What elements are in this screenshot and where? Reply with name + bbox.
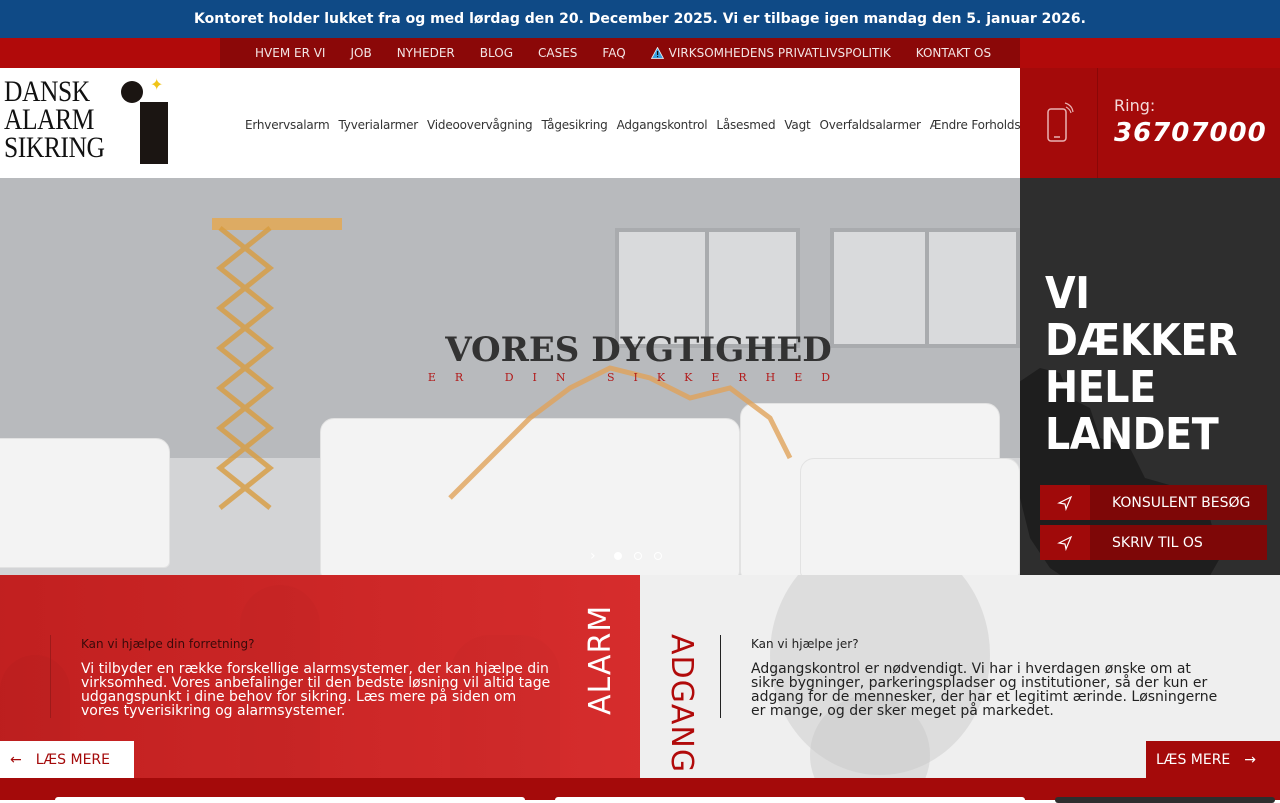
top-nav-kontakt-os[interactable]: KONTAKT OS: [916, 46, 991, 60]
phone-icon-box: [1020, 68, 1098, 178]
alarm-body: Vi tilbyder en række forskellige alarmsy…: [81, 661, 551, 719]
logo-line: SIKRING: [4, 131, 105, 164]
top-nav-hvem-er-vi[interactable]: HVEM ER VI: [255, 46, 325, 60]
top-nav-nyheder[interactable]: NYHEDER: [397, 46, 455, 60]
slider-pagination: ›: [590, 548, 662, 564]
adgang-vertical-label: ADGANG: [664, 634, 699, 774]
alarm-read-more-button[interactable]: ← LÆS MERE: [0, 741, 134, 778]
alarm-read-more-label: LÆS MERE: [35, 751, 111, 768]
phone-label: Ring:: [1114, 96, 1156, 115]
slider-dot[interactable]: [613, 552, 622, 560]
main-nav-lasesmed[interactable]: Låsesmed: [716, 118, 775, 132]
bottom-card: [555, 797, 1025, 803]
top-nav-privatlivspolitik[interactable]: VIRKSOMHEDENS PRIVATLIVSPOLITIK: [650, 46, 891, 60]
top-nav-label: JOB: [350, 46, 372, 60]
logo[interactable]: DANSK ALARM SIKRING ✦: [4, 75, 170, 166]
bottom-card: [1055, 797, 1275, 803]
logo-text: DANSK ALARM SIKRING: [4, 75, 105, 164]
skriv-til-os-label: SKRIV TIL OS: [1112, 534, 1203, 551]
phone-box[interactable]: Ring: 36707000: [1020, 68, 1280, 178]
top-nav-job[interactable]: JOB: [350, 46, 371, 60]
alarm-kicker: Kan vi hjælpe din forretning?: [81, 637, 255, 651]
coverage-heading-line: DÆKKER: [1045, 315, 1238, 366]
top-nav-cases[interactable]: CASES: [538, 46, 577, 60]
send-arrow-icon: [1040, 485, 1090, 520]
alarm-divider: [50, 635, 51, 718]
arrow-left-icon: ←: [10, 751, 22, 768]
adgang-read-more-label: LÆS MERE: [1156, 751, 1231, 768]
konsulent-besog-button[interactable]: KONSULENT BESØG: [1040, 485, 1267, 520]
main-nav: Erhvervsalarm Tyverialarmer Videoovervåg…: [245, 118, 1051, 132]
slider-next-icon[interactable]: ›: [590, 548, 596, 564]
logo-bar-mark: [140, 102, 168, 164]
logo-line: DANSK: [4, 75, 90, 108]
logo-dot-mark: [121, 81, 143, 103]
coverage-panel: VI DÆKKER HELE LANDET KONSULENT BESØG SK…: [1020, 178, 1280, 575]
announcement-text: Kontoret holder lukket fra og med lørdag…: [194, 11, 1086, 27]
main-nav-tagesikring[interactable]: Tågesikring: [541, 118, 607, 132]
arrow-right-icon: →: [1244, 751, 1257, 768]
coverage-heading-line: VI: [1045, 268, 1090, 319]
send-arrow-icon: [1040, 525, 1090, 560]
coverage-heading-line: LANDET: [1045, 409, 1219, 460]
skriv-til-os-button[interactable]: SKRIV TIL OS: [1040, 525, 1267, 560]
hero-image-van: [0, 438, 170, 568]
main-nav-adgangskontrol[interactable]: Adgangskontrol: [617, 118, 708, 132]
top-nav-label: KONTAKT OS: [915, 46, 992, 60]
main-nav-tyverialarmer[interactable]: Tyverialarmer: [339, 118, 419, 132]
top-nav: HVEM ER VI JOB NYHEDER BLOG CASES FAQ VI…: [220, 38, 1020, 68]
hero-subtitle: ER DIN SIKKERHED: [427, 371, 850, 384]
top-nav-label: NYHEDER: [396, 46, 455, 60]
adgang-body: Adgangskontrol er nødvendigt. Vi har i h…: [751, 661, 1218, 719]
slider-dot[interactable]: [653, 552, 662, 560]
phone-number[interactable]: 36707000: [1114, 118, 1267, 148]
main-nav-videoovervagning[interactable]: Videoovervågning: [427, 118, 533, 132]
mobile-phone-icon: [1046, 102, 1074, 142]
adgang-read-more-button[interactable]: LÆS MERE →: [1146, 741, 1280, 778]
alarm-vertical-label: ALARM: [583, 604, 618, 715]
main-nav-vagt[interactable]: Vagt: [784, 118, 810, 132]
top-nav-faq[interactable]: FAQ: [602, 46, 625, 60]
top-nav-label: HVEM ER VI: [255, 46, 326, 60]
coverage-heading-line: HELE: [1045, 362, 1156, 413]
hero-title: VORES DYGTIGHED: [445, 330, 832, 370]
top-nav-label: CASES: [538, 46, 578, 60]
coverage-heading: VI DÆKKER HELE LANDET: [1045, 268, 1238, 460]
konsulent-besog-label: KONSULENT BESØG: [1112, 494, 1251, 511]
announcement-banner: Kontoret holder lukket fra og med lørdag…: [0, 0, 1280, 38]
adgang-divider: [720, 635, 721, 718]
warning-icon: [650, 47, 664, 59]
top-nav-blog[interactable]: BLOG: [480, 46, 513, 60]
main-nav-erhvervsalarm[interactable]: Erhvervsalarm: [245, 118, 330, 132]
logo-star-icon: ✦: [150, 75, 164, 94]
site-header: DANSK ALARM SIKRING ✦ Erhvervsalarm Tyve…: [0, 68, 1051, 178]
top-nav-label: FAQ: [602, 46, 626, 60]
slider-dot[interactable]: [633, 552, 642, 560]
bottom-card: [55, 797, 525, 803]
top-nav-label: BLOG: [479, 46, 513, 60]
hero-slider: VORES DYGTIGHED ER DIN SIKKERHED ›: [0, 178, 1020, 575]
top-nav-label: VIRKSOMHEDENS PRIVATLIVSPOLITIK: [668, 46, 891, 60]
adgang-kicker: Kan vi hjælpe jer?: [751, 637, 859, 651]
main-nav-overfaldsalarmer[interactable]: Overfaldsalarmer: [820, 118, 921, 132]
logo-line: ALARM: [4, 103, 94, 136]
